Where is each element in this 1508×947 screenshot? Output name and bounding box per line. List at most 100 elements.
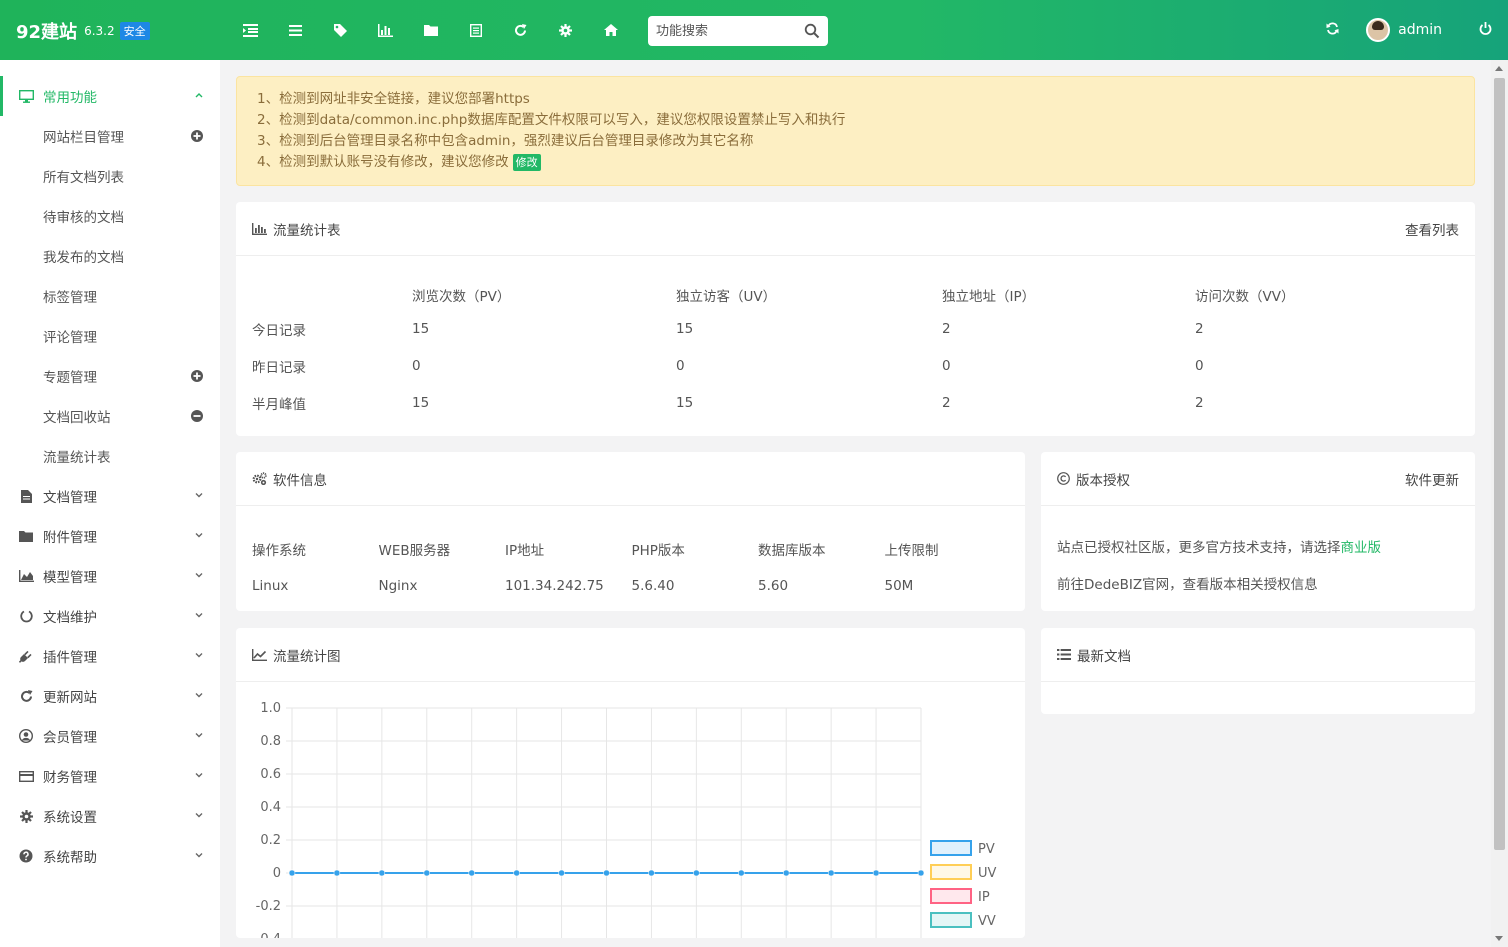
sidebar-group-common[interactable]: 常用功能 [0, 76, 220, 116]
folder-icon [18, 528, 34, 544]
area-chart-icon [18, 568, 34, 584]
card-title-text: 流量统计表 [273, 222, 341, 239]
tag-icon[interactable] [318, 20, 363, 40]
card-title: 最新文档 [1057, 645, 1131, 665]
sidebar-item-my-docs[interactable]: 我发布的文档 [0, 236, 220, 276]
sidebar-item-label: 标签管理 [43, 290, 97, 306]
search-icon[interactable] [804, 23, 820, 39]
software-update-link[interactable]: 软件更新 [1405, 469, 1459, 489]
data-point-pv [513, 869, 520, 877]
alert-line: 4、检测到默认账号没有修改，建议您修改 [257, 154, 509, 170]
data-point-pv [378, 869, 386, 877]
table-row: 昨日记录 0 0 0 0 [252, 347, 1462, 384]
sidebar-item-traffic[interactable]: 流量统计表 [0, 436, 220, 476]
table-cell: 2 [942, 394, 951, 411]
copyright-icon [1057, 472, 1070, 485]
sidebar-group-models[interactable]: 模型管理 [0, 556, 220, 596]
plus-circle-icon[interactable] [190, 129, 204, 143]
scroll-down-arrow[interactable] [1495, 936, 1503, 941]
document-icon[interactable] [453, 20, 498, 40]
sidebar-item-topics[interactable]: 专题管理 [0, 356, 220, 396]
sidebar-group-label: 模型管理 [43, 570, 97, 586]
info-value: 5.6.40 [631, 577, 675, 594]
sidebar-group-docs[interactable]: 文档管理 [0, 476, 220, 516]
sidebar-item-label: 网站栏目管理 [43, 130, 124, 146]
bar-chart-icon[interactable] [363, 20, 408, 40]
scroll-thumb[interactable] [1494, 78, 1505, 850]
y-tick-label: -0.4 [256, 932, 281, 938]
sidebar-group-label: 系统帮助 [43, 850, 97, 866]
sidebar-group-plugins[interactable]: 插件管理 [0, 636, 220, 676]
table-cell: 15 [412, 394, 430, 411]
alert-line: 1、检测到网址非安全链接，建议您部署https [257, 91, 530, 107]
scroll-up-arrow[interactable] [1495, 66, 1503, 71]
info-label: PHP版本 [631, 542, 685, 559]
legend-label-pv: PV [978, 842, 995, 857]
folder-icon[interactable] [408, 20, 453, 40]
credit-card-icon [18, 768, 34, 784]
sidebar-group-maintenance[interactable]: 文档维护 [0, 596, 220, 636]
sidebar-item-column-manage[interactable]: 网站栏目管理 [0, 116, 220, 156]
sidebar-group-label: 文档管理 [43, 490, 97, 506]
view-list-link[interactable]: 查看列表 [1405, 219, 1459, 239]
card-header: 版本授权 软件更新 [1041, 452, 1475, 506]
search-input[interactable] [648, 17, 794, 45]
sidebar-group-update-site[interactable]: 更新网站 [0, 676, 220, 716]
sidebar-item-all-docs[interactable]: 所有文档列表 [0, 156, 220, 196]
chevron-down-icon [195, 613, 203, 618]
list-icon[interactable] [273, 20, 318, 40]
card-header: 最新文档 [1041, 628, 1475, 682]
sidebar-group-help[interactable]: 系统帮助 [0, 836, 220, 876]
sidebar: 常用功能 网站栏目管理 所有文档列表 待审核的文档 我发布的文档 标签管理 评论… [0, 60, 220, 947]
software-headers: 操作系统 WEB服务器 IP地址 PHP版本 数据库版本 上传限制 [252, 530, 1011, 567]
info-value: Linux [252, 577, 289, 594]
user-menu[interactable]: admin [1366, 18, 1442, 42]
power-icon[interactable] [1462, 21, 1508, 39]
brand[interactable]: 92建站 6.3.2 安全 [16, 18, 150, 44]
sidebar-item-label: 我发布的文档 [43, 250, 124, 266]
gear-icon[interactable] [543, 20, 588, 40]
sidebar-group-settings[interactable]: 系统设置 [0, 796, 220, 836]
license-line-2[interactable]: 前往DedeBIZ官网，查看版本相关授权信息 [1057, 567, 1381, 604]
refresh-icon[interactable] [498, 20, 543, 40]
table-cell: 0 [942, 357, 951, 374]
sidebar-item-pending-docs[interactable]: 待审核的文档 [0, 196, 220, 236]
list-icon [1057, 649, 1071, 660]
minus-circle-icon[interactable] [190, 409, 204, 423]
refresh-icon[interactable] [1312, 21, 1352, 39]
column-header: 访问次数（VV） [1195, 289, 1295, 305]
sidebar-item-tags[interactable]: 标签管理 [0, 276, 220, 316]
sidebar-item-comments[interactable]: 评论管理 [0, 316, 220, 356]
table-cell: 半月峰值 [252, 396, 306, 413]
fix-account-button[interactable]: 修改 [512, 154, 541, 171]
home-icon[interactable] [588, 20, 633, 40]
license-body: 站点已授权社区版，更多官方技术支持，请选择商业版 前往DedeBIZ官网，查看版… [1057, 530, 1381, 604]
sidebar-group-label: 插件管理 [43, 650, 97, 666]
table-cell: 昨日记录 [252, 359, 306, 376]
table-cell: 2 [942, 320, 951, 337]
card-title: 流量统计图 [252, 645, 341, 665]
sidebar-group-members[interactable]: 会员管理 [0, 716, 220, 756]
data-point-pv [558, 869, 565, 877]
sidebar-item-recycle[interactable]: 文档回收站 [0, 396, 220, 436]
table-cell: 15 [676, 320, 694, 337]
commercial-edition-link[interactable]: 商业版 [1341, 540, 1382, 556]
license-line-1: 站点已授权社区版，更多官方技术支持，请选择商业版 [1057, 530, 1381, 567]
sidebar-group-attachments[interactable]: 附件管理 [0, 516, 220, 556]
legend-label-vv: VV [978, 914, 996, 929]
sidebar-group-finance[interactable]: 财务管理 [0, 756, 220, 796]
indent-icon[interactable] [228, 20, 273, 40]
license-text: 站点已授权社区版，更多官方技术支持，请选择 [1057, 540, 1341, 556]
legend-label-ip: IP [978, 890, 990, 905]
card-title: 流量统计表 [252, 219, 341, 239]
page-scrollbar[interactable] [1491, 60, 1508, 947]
card-title-text: 最新文档 [1077, 648, 1131, 665]
chevron-down-icon [195, 653, 203, 658]
sidebar-group-label: 更新网站 [43, 690, 97, 706]
card-title: 软件信息 [252, 469, 327, 489]
legend-swatch-ip [930, 888, 972, 904]
table-row: 今日记录 15 15 2 2 [252, 310, 1462, 347]
plug-icon [18, 648, 34, 664]
gear-icon [18, 808, 34, 824]
plus-circle-icon[interactable] [190, 369, 204, 383]
